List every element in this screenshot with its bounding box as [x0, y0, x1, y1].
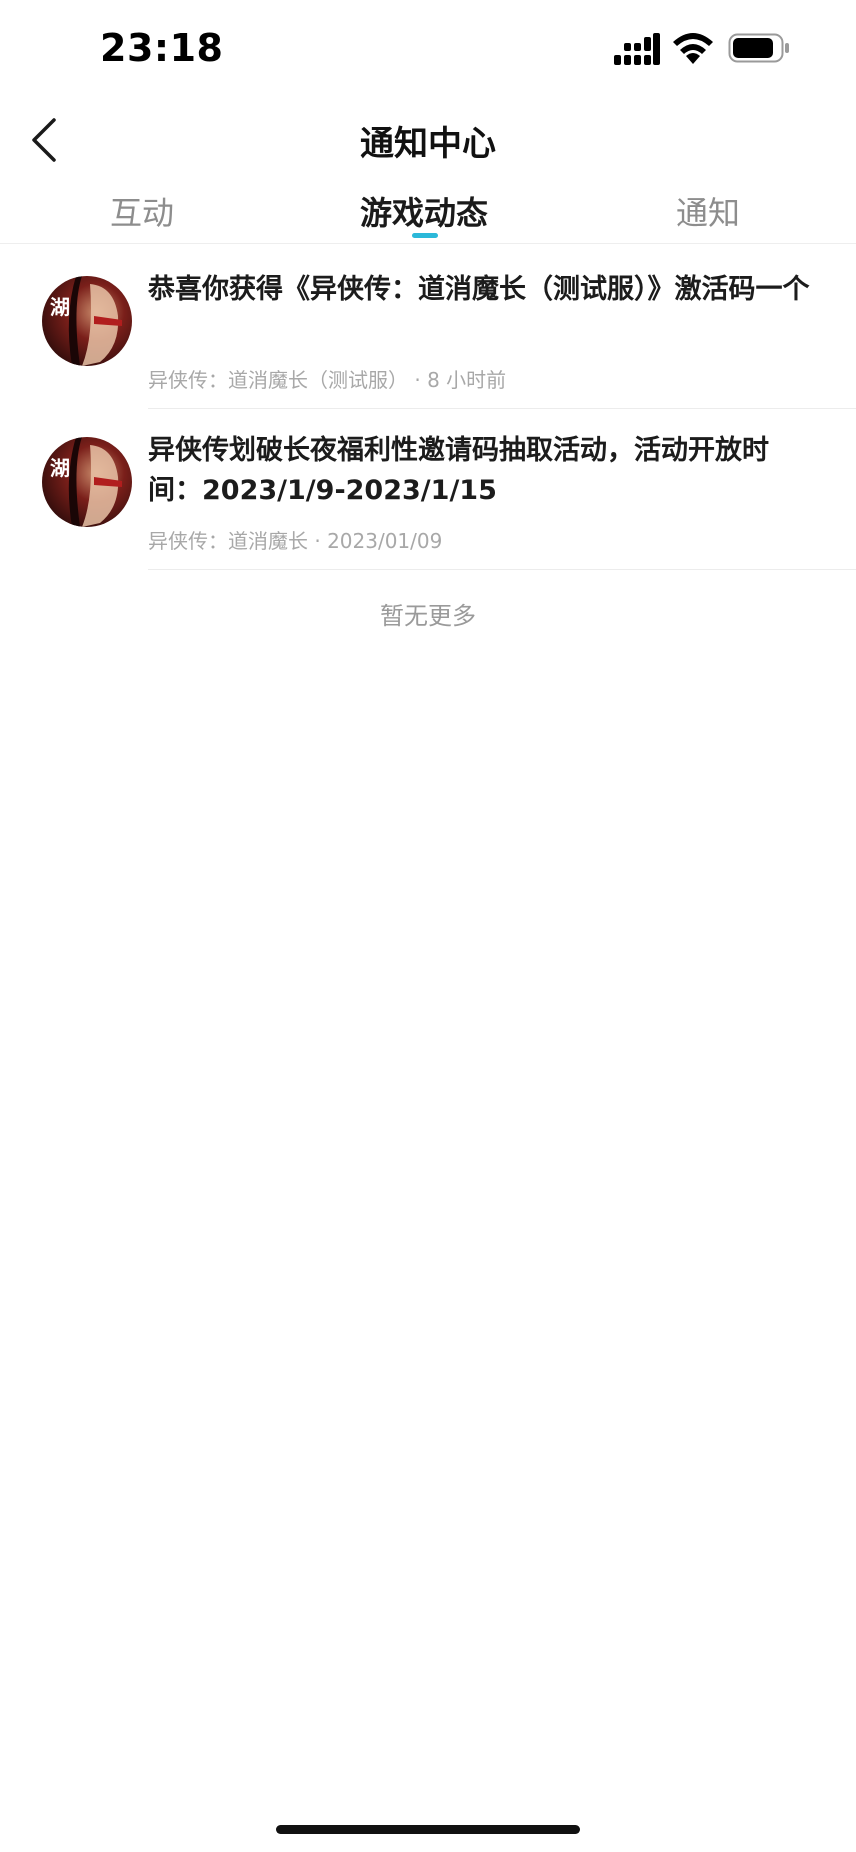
- notification-item[interactable]: 湖 恭喜你获得《异侠传：道消魔长（测试服）》激活码一个 异侠传：道消魔长（测试服…: [0, 248, 856, 409]
- active-tab-indicator: [412, 233, 438, 238]
- tab-notifications[interactable]: 通知: [676, 188, 740, 234]
- notification-item[interactable]: 湖 异侠传划破长夜福利性邀请码抽取活动，活动开放时间：2023/1/9-2023…: [0, 409, 856, 570]
- game-avatar-icon: 湖: [42, 437, 132, 527]
- home-indicator[interactable]: [276, 1825, 580, 1834]
- svg-text:湖: 湖: [50, 456, 70, 480]
- page-title: 通知中心: [360, 124, 496, 164]
- notification-list: 湖 恭喜你获得《异侠传：道消魔长（测试服）》激活码一个 异侠传：道消魔长（测试服…: [0, 248, 856, 570]
- status-time: 23:18: [100, 26, 224, 70]
- svg-text:湖: 湖: [50, 295, 70, 319]
- status-bar: 23:18: [0, 0, 856, 104]
- tab-interaction[interactable]: 互动: [110, 188, 174, 234]
- tab-game-news[interactable]: 游戏动态: [360, 188, 488, 234]
- divider: [148, 569, 856, 570]
- wifi-icon: [673, 33, 713, 64]
- notification-meta: 异侠传：道消魔长 · 2023/01/09: [148, 525, 442, 554]
- battery-icon: [728, 33, 789, 63]
- notification-source: 异侠传：道消魔长: [148, 529, 308, 553]
- no-more-label: 暂无更多: [380, 602, 476, 630]
- cellular-signal-icon: [614, 33, 660, 65]
- notification-time: · 8 小时前: [414, 368, 507, 392]
- notification-source: 异侠传：道消魔长（测试服）: [148, 368, 408, 392]
- header: 通知中心: [0, 104, 856, 174]
- game-avatar-icon: 湖: [42, 276, 132, 366]
- notification-title: 恭喜你获得《异侠传：道消魔长（测试服）》激活码一个: [148, 274, 810, 305]
- tab-bar: 互动 游戏动态 通知: [0, 180, 856, 244]
- notification-meta: 异侠传：道消魔长（测试服） · 8 小时前: [148, 364, 506, 393]
- notification-title: 异侠传划破长夜福利性邀请码抽取活动，活动开放时间：2023/1/9-2023/1…: [148, 435, 769, 506]
- notification-time: · 2023/01/09: [314, 529, 443, 553]
